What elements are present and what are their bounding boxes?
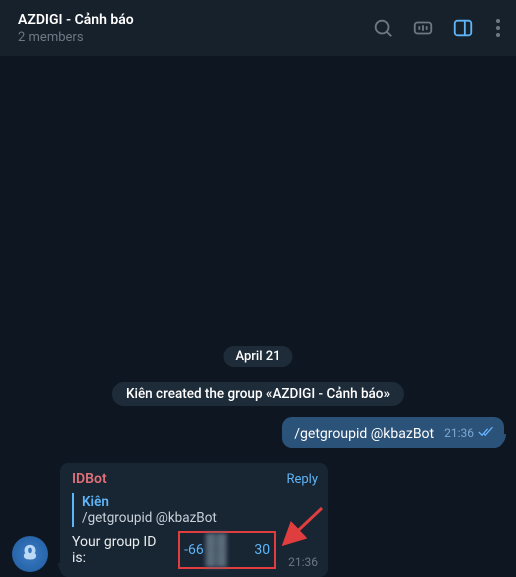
reply-quote-text: /getgroupid @kbazBot <box>82 510 318 526</box>
outgoing-message[interactable]: /getgroupid @kbazBot 21:36 <box>282 417 504 448</box>
incoming-message[interactable]: IDBot Reply Kiên /getgroupid @kbazBot Yo… <box>60 463 328 577</box>
outgoing-message-time: 21:36 <box>444 426 474 440</box>
chat-title: AZDIGI - Cảnh báo <box>18 12 134 28</box>
more-menu-icon[interactable] <box>492 15 504 41</box>
search-icon[interactable] <box>372 17 394 39</box>
chat-subtitle: 2 members <box>18 30 134 45</box>
reply-quote[interactable]: Kiên /getgroupid @kbazBot <box>72 493 318 527</box>
chat-header: AZDIGI - Cảnh báo 2 members <box>0 0 516 56</box>
group-id-prefix: -66 <box>184 542 204 558</box>
service-message: Kiên created the group «AZDIGI - Cảnh bá… <box>112 382 404 406</box>
group-id-obscured: ██ ██ <box>206 533 253 567</box>
chat-body: April 21 Kiên created the group «AZDIGI … <box>0 56 516 576</box>
date-divider: April 21 <box>223 346 292 367</box>
outgoing-message-meta: 21:36 <box>444 423 494 442</box>
group-id-suffix: 30 <box>254 542 270 558</box>
voice-chat-icon[interactable] <box>412 17 434 39</box>
group-id-highlight: -66 ██ ██ 30 <box>178 531 276 569</box>
outgoing-message-text: /getgroupid @kbazBot <box>294 426 434 442</box>
reply-button[interactable]: Reply <box>286 472 318 487</box>
read-receipt-icon <box>478 423 494 442</box>
incoming-sender: IDBot <box>72 471 107 487</box>
incoming-body-prefix: Your group ID is: <box>72 534 172 566</box>
sender-avatar[interactable] <box>12 536 48 572</box>
chat-header-left[interactable]: AZDIGI - Cảnh báo 2 members <box>18 12 134 45</box>
sidebar-toggle-icon[interactable] <box>452 17 474 39</box>
chat-header-actions <box>372 15 504 41</box>
reply-quote-sender: Kiên <box>82 494 318 510</box>
incoming-message-time: 21:36 <box>282 555 318 569</box>
